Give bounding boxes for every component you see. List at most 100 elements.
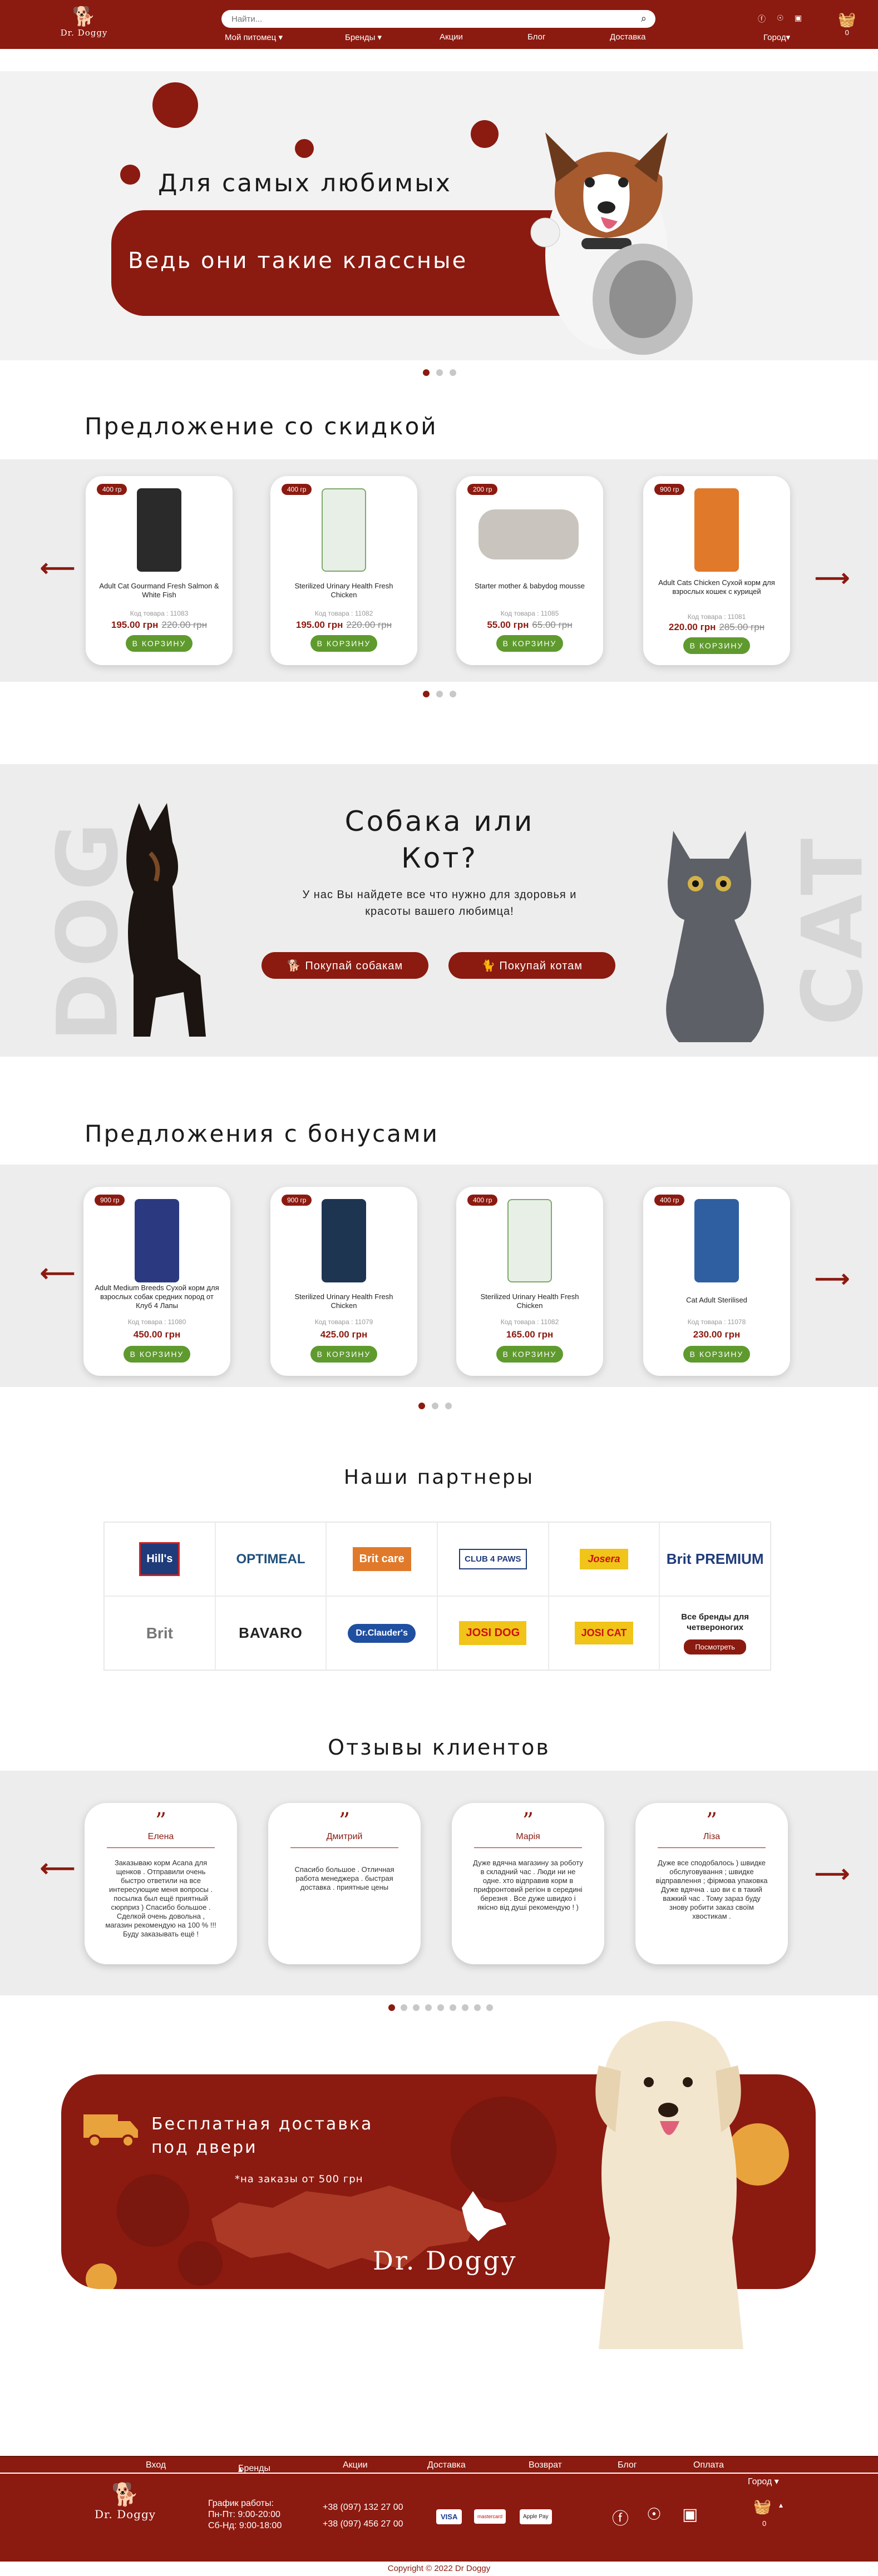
partner-josi-cat[interactable]: JOSI CAT [548,1596,660,1670]
cat-watermark: CAT [785,833,878,1026]
carousel-dot[interactable] [436,369,443,376]
carousel-dot[interactable] [450,691,456,697]
partner-hills[interactable]: Hill's [104,1522,215,1596]
search-icon[interactable]: ⌕ [641,13,647,24]
partner-brit[interactable]: Brit [104,1596,215,1670]
carousel-dot[interactable] [437,2004,444,2011]
footer-nav-login[interactable]: Вход [146,2460,166,2470]
nav-brands[interactable]: Бренды ▾ [345,32,382,42]
site-footer: 🐕 Dr. Doggy График работы: Пн-Пт: 9:00-2… [0,2474,878,2562]
product-card[interactable]: 400 гр Cat Adult Sterilised Код товара :… [643,1187,790,1376]
footer-logo[interactable]: 🐕 Dr. Doggy [83,2481,167,2521]
partner-club-4-paws[interactable]: CLUB 4 PAWS [437,1522,549,1596]
nav-promos[interactable]: Акции [440,32,463,42]
reviews-carousel: ⟵ ⟶ ” Елена Заказываю корм Acana для щен… [0,1771,878,1995]
twitter-icon[interactable]: ☉ [777,13,784,23]
weight-badge: 900 гр [282,1195,312,1206]
carousel-dot[interactable] [432,1403,438,1409]
decor-circle [120,165,140,185]
carousel-dot[interactable] [401,2004,407,2011]
arrow-left-icon[interactable]: ⟵ [40,1854,75,1883]
carousel-dot[interactable] [388,2004,395,2011]
footer-nav-returns[interactable]: Возврат [529,2460,562,2470]
cart-button[interactable]: 🧺 0 [838,11,856,37]
add-to-cart-button[interactable]: В КОРЗИНУ [310,635,377,652]
partner-brit-premium[interactable]: Brit PREMIUM [659,1522,771,1596]
partner-brit-care[interactable]: Brit care [326,1522,437,1596]
carousel-dot[interactable] [418,1403,425,1409]
mastercard-icon: mastercard [474,2509,506,2524]
product-card[interactable]: 400 гр Adult Cat Gourmand Fresh Salmon &… [86,476,233,665]
product-card[interactable]: 400 гр Sterilized Urinary Health Fresh C… [456,1187,603,1376]
product-image [694,1199,739,1282]
review-card: ” Марія Дуже вдячна магазину за роботу в… [452,1803,604,1964]
search-input[interactable] [221,10,611,28]
partner-bavaro[interactable]: BAVARO [215,1596,327,1670]
footer-cart-count: 0 [762,2519,767,2528]
carousel-dot[interactable] [450,2004,456,2011]
product-price: 195.00 грн 220.00 грн [295,620,392,630]
add-to-cart-button[interactable]: В КОРЗИНУ [496,1346,563,1363]
nav-delivery[interactable]: Доставка [610,32,645,42]
arrow-right-icon[interactable]: ⟶ [815,1860,850,1888]
old-price: 220.00 грн [346,620,392,630]
footer-city-selector[interactable]: Город ▾ [748,2476,779,2487]
carousel-dot[interactable] [450,369,456,376]
product-card[interactable]: 200 гр Starter mother & babydog mousse К… [456,476,603,665]
arrow-right-icon[interactable]: ⟶ [815,564,850,592]
copyright: Copyright © 2022 Dr Doggy [387,2564,491,2573]
footer-nav-delivery[interactable]: Доставка [427,2460,466,2470]
footer-nav-payment[interactable]: Оплата [693,2460,724,2470]
phone-1[interactable]: +38 (097) 132 27 00 [323,2499,403,2516]
partner-josi-dog[interactable]: JOSI DOG [437,1596,549,1670]
shop-dogs-button[interactable]: 🐕 Покупай собакам [262,952,428,979]
product-code: Код товара : 11083 [130,610,189,617]
view-all-brands-button[interactable]: Посмотреть [684,1639,746,1654]
shop-cats-button[interactable]: 🐈 Покупай котам [448,952,615,979]
carousel-dot[interactable] [423,369,430,376]
nav-my-pet[interactable]: Мой питомец ▾ [225,32,283,42]
add-to-cart-button[interactable]: В КОРЗИНУ [683,1346,750,1363]
add-to-cart-button[interactable]: В КОРЗИНУ [310,1346,377,1363]
dog-with-bowl-image [530,132,693,355]
add-to-cart-button[interactable]: В КОРЗИНУ [126,635,193,652]
product-card[interactable]: 900 гр Adult Medium Breeds Сухой корм дл… [83,1187,230,1376]
carousel-dot[interactable] [462,2004,468,2011]
facebook-icon[interactable]: ⓕ [612,2505,629,2529]
carousel-dot[interactable] [413,2004,420,2011]
carousel-dot[interactable] [445,1403,452,1409]
product-card[interactable]: 900 гр Sterilized Urinary Health Fresh C… [270,1187,417,1376]
footer-nav-blog[interactable]: Блог [618,2460,637,2470]
carousel-dot[interactable] [425,2004,432,2011]
carousel-dot[interactable] [486,2004,493,2011]
carousel-dot[interactable] [474,2004,481,2011]
carousel-dot[interactable] [423,691,430,697]
arrow-left-icon[interactable]: ⟵ [40,1259,75,1287]
arrow-right-icon[interactable]: ⟶ [815,1265,850,1293]
product-card[interactable]: 900 гр Adult Cats Chicken Сухой корм для… [643,476,790,665]
footer-nav-promos[interactable]: Акции [343,2460,368,2470]
add-to-cart-button[interactable]: В КОРЗИНУ [124,1346,190,1363]
footer-basket-icon[interactable]: 🧺 [753,2498,771,2515]
site-logo[interactable]: 🐕 Dr. Doggy [53,6,115,38]
add-to-cart-button[interactable]: В КОРЗИНУ [683,637,750,654]
facebook-icon[interactable]: ⓕ [758,13,766,24]
phone-2[interactable]: +38 (097) 456 27 00 [323,2516,403,2533]
hours-title: График работы: [208,2499,274,2508]
product-card[interactable]: 400 гр Sterilized Urinary Health Fresh C… [270,476,417,665]
chevron-down-icon: ▾ [377,33,382,42]
instagram-icon[interactable]: ▣ [682,2505,698,2524]
arrow-left-icon[interactable]: ⟵ [40,554,75,582]
instagram-icon[interactable]: ▣ [795,13,802,23]
twitter-icon[interactable]: ☉ [647,2505,662,2524]
hero-carousel-dots [423,369,456,376]
carousel-dot[interactable] [436,691,443,697]
city-selector[interactable]: Город▾ [763,32,790,42]
partner-dr-clauders[interactable]: Dr.Clauder's [326,1596,437,1670]
add-to-cart-button[interactable]: В КОРЗИНУ [496,635,563,652]
dog-icon: 🐕 [287,959,302,972]
nav-blog[interactable]: Блог [527,32,545,42]
partner-optimeal[interactable]: OPTIMEAL [215,1522,327,1596]
partner-josera[interactable]: Josera [548,1522,660,1596]
chevron-up-icon[interactable]: ▴ [779,2500,783,2510]
